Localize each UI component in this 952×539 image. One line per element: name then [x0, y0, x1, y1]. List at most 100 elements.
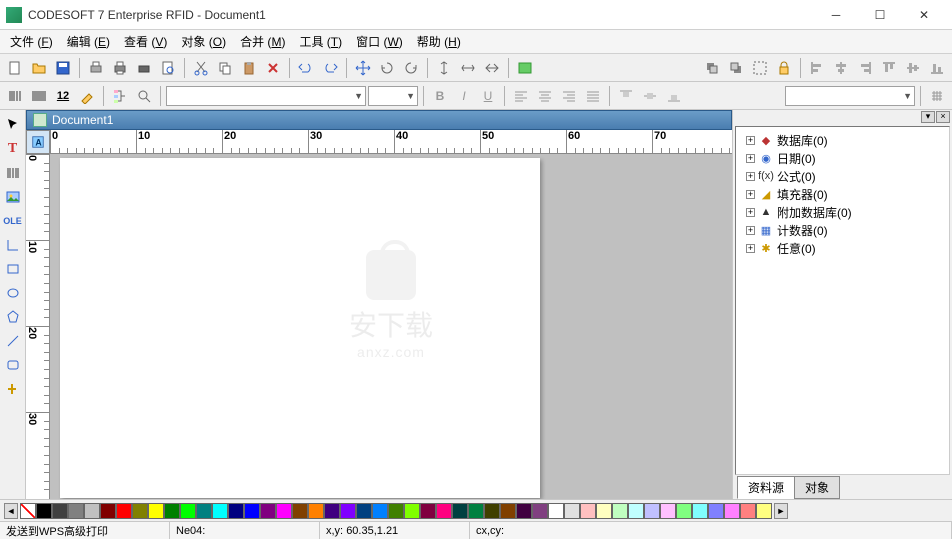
delete-button[interactable] — [262, 57, 284, 79]
tree-view-button[interactable] — [109, 85, 131, 107]
valign-bottom-button[interactable] — [663, 85, 685, 107]
align-middle-v-button[interactable] — [902, 57, 924, 79]
datasource-item-fill[interactable]: +◢填充器(0) — [740, 185, 945, 203]
color-swatch[interactable] — [388, 503, 404, 519]
rotate-right-button[interactable] — [400, 57, 422, 79]
color-swatch[interactable] — [548, 503, 564, 519]
color-swatch[interactable] — [116, 503, 132, 519]
bring-front-button[interactable] — [701, 57, 723, 79]
group-button[interactable] — [749, 57, 771, 79]
print-button[interactable] — [133, 57, 155, 79]
color-swatch[interactable] — [644, 503, 660, 519]
zoom-button[interactable] — [133, 85, 155, 107]
menu-o[interactable]: 对象 (O) — [175, 31, 232, 52]
align-top-edge-button[interactable] — [878, 57, 900, 79]
new-button[interactable] — [4, 57, 26, 79]
open-button[interactable] — [28, 57, 50, 79]
cut-button[interactable] — [190, 57, 212, 79]
color-swatch[interactable] — [420, 503, 436, 519]
color-swatch[interactable] — [276, 503, 292, 519]
color-swatch[interactable] — [404, 503, 420, 519]
color-swatch[interactable] — [532, 503, 548, 519]
italic-button[interactable]: I — [453, 85, 475, 107]
color-swatch[interactable] — [372, 503, 388, 519]
color-swatch[interactable] — [612, 503, 628, 519]
color-swatch[interactable] — [132, 503, 148, 519]
print-setup-button[interactable] — [85, 57, 107, 79]
pointer-tool[interactable] — [2, 114, 24, 136]
expand-icon[interactable]: + — [746, 172, 755, 181]
menu-f[interactable]: 文件 (F) — [4, 31, 59, 52]
text-tool[interactable]: T — [2, 138, 24, 160]
color-swatch[interactable] — [244, 503, 260, 519]
plugin-tool[interactable] — [2, 378, 24, 400]
color-button[interactable] — [76, 85, 98, 107]
flip-h-button[interactable] — [457, 57, 479, 79]
color-swatch[interactable] — [740, 503, 756, 519]
menu-w[interactable]: 窗口 (W) — [350, 31, 409, 52]
ellipse-tool[interactable] — [2, 282, 24, 304]
expand-icon[interactable]: + — [746, 154, 755, 163]
zoom-preset-dropdown[interactable]: ▼ — [785, 86, 915, 106]
color-swatch[interactable] — [68, 503, 84, 519]
undo-button[interactable] — [295, 57, 317, 79]
color-swatch[interactable] — [676, 503, 692, 519]
menu-m[interactable]: 合并 (M) — [234, 31, 291, 52]
valign-top-button[interactable] — [615, 85, 637, 107]
rounded-rect-tool[interactable] — [2, 354, 24, 376]
expand-icon[interactable]: + — [746, 226, 755, 235]
barcode-2-button[interactable] — [28, 85, 50, 107]
color-swatch[interactable] — [436, 503, 452, 519]
align-center-h-button[interactable] — [830, 57, 852, 79]
color-swatch[interactable] — [324, 503, 340, 519]
color-swatch[interactable] — [36, 503, 52, 519]
color-swatch[interactable] — [596, 503, 612, 519]
rectangle-tool[interactable] — [2, 258, 24, 280]
underline-button[interactable]: U — [477, 85, 499, 107]
wizard-button[interactable] — [514, 57, 536, 79]
color-swatch[interactable] — [100, 503, 116, 519]
color-swatch[interactable] — [180, 503, 196, 519]
menu-e[interactable]: 编辑 (E) — [61, 31, 116, 52]
color-swatch[interactable] — [452, 503, 468, 519]
color-swatch[interactable] — [228, 503, 244, 519]
polygon-tool[interactable] — [2, 306, 24, 328]
color-swatch[interactable] — [148, 503, 164, 519]
align-left-edge-button[interactable] — [806, 57, 828, 79]
print-preview-button[interactable] — [157, 57, 179, 79]
redo-button[interactable] — [319, 57, 341, 79]
color-swatch[interactable] — [468, 503, 484, 519]
color-swatch[interactable] — [628, 503, 644, 519]
color-swatch[interactable] — [340, 503, 356, 519]
color-swatch[interactable] — [52, 503, 68, 519]
color-swatch[interactable] — [164, 503, 180, 519]
color-swatch[interactable] — [260, 503, 276, 519]
move-button[interactable] — [352, 57, 374, 79]
lock-button[interactable] — [773, 57, 795, 79]
color-swatch[interactable] — [660, 503, 676, 519]
tab-objects[interactable]: 对象 — [794, 476, 840, 499]
color-swatch[interactable] — [356, 503, 372, 519]
text-format-button[interactable]: 12 — [52, 85, 74, 107]
color-swatch[interactable] — [484, 503, 500, 519]
datasource-item-formula[interactable]: +f(x)公式(0) — [740, 167, 945, 185]
expand-icon[interactable]: + — [746, 244, 755, 253]
font-family-dropdown[interactable]: ▼ — [166, 86, 366, 106]
line-hv-tool[interactable] — [2, 234, 24, 256]
label-page[interactable] — [60, 158, 540, 498]
color-swatch[interactable] — [756, 503, 772, 519]
color-swatch[interactable] — [196, 503, 212, 519]
align-button[interactable] — [481, 57, 503, 79]
palette-prev-button[interactable]: ◄ — [4, 503, 18, 519]
close-button[interactable]: ✕ — [902, 1, 946, 29]
datasource-item-db[interactable]: +◆数据库(0) — [740, 131, 945, 149]
expand-icon[interactable]: + — [746, 190, 755, 199]
expand-icon[interactable]: + — [746, 208, 755, 217]
copy-button[interactable] — [214, 57, 236, 79]
align-justify-button[interactable] — [582, 85, 604, 107]
maximize-button[interactable]: ☐ — [858, 1, 902, 29]
color-swatch[interactable] — [724, 503, 740, 519]
valign-middle-button[interactable] — [639, 85, 661, 107]
line-tool[interactable] — [2, 330, 24, 352]
align-right-edge-button[interactable] — [854, 57, 876, 79]
